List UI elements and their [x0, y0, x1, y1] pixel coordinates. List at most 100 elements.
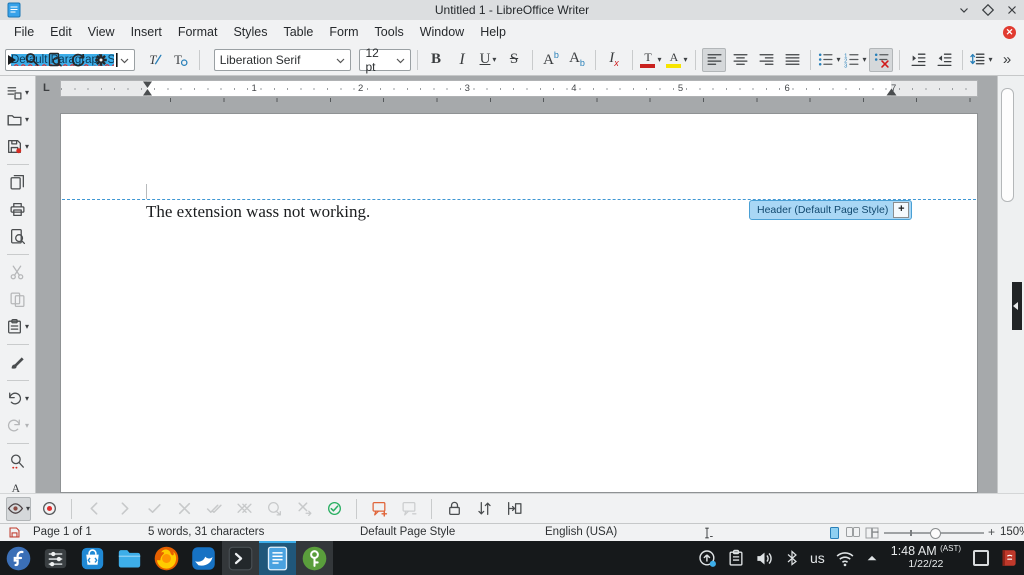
- menu-view[interactable]: View: [80, 22, 123, 42]
- italic-button[interactable]: I: [450, 48, 474, 72]
- minimize-button[interactable]: [958, 4, 970, 16]
- menu-help[interactable]: Help: [472, 22, 514, 42]
- zoom-level[interactable]: 150%: [1000, 526, 1024, 538]
- export-pdf-button[interactable]: [6, 171, 30, 195]
- show-comments-button[interactable]: [397, 497, 421, 521]
- accept-and-next-button[interactable]: [262, 497, 286, 521]
- firefox-taskbar-button[interactable]: [148, 541, 185, 575]
- zoom-slider[interactable]: [884, 528, 984, 539]
- copy-button[interactable]: [6, 288, 30, 312]
- chevron-down-icon[interactable]: [330, 53, 345, 67]
- bluetooth-icon[interactable]: [784, 550, 800, 566]
- show-track-changes-button[interactable]: ▾: [6, 496, 32, 521]
- keepassxc-taskbar-button[interactable]: [296, 541, 333, 575]
- close-button[interactable]: [1006, 4, 1018, 16]
- superscript-button[interactable]: Ab: [539, 48, 563, 72]
- strikethrough-button[interactable]: S: [502, 48, 526, 72]
- increase-indent-button[interactable]: [906, 48, 930, 72]
- single-page-view-button[interactable]: [828, 526, 841, 540]
- bold-button[interactable]: B: [424, 48, 448, 72]
- clock-widget[interactable]: 1:48 AM (AST) 1/22/22: [891, 544, 961, 570]
- new-style-button[interactable]: T: [169, 48, 193, 72]
- dropdown-arrow-icon[interactable]: ▾: [25, 115, 29, 124]
- tab-type-selector[interactable]: L: [43, 82, 50, 94]
- accept-all-track-changes-button[interactable]: [202, 497, 226, 521]
- open-file-button[interactable]: ▾: [6, 108, 30, 132]
- language[interactable]: English (USA): [545, 526, 617, 538]
- previous-track-change-button[interactable]: [82, 497, 106, 521]
- dropdown-arrow-icon[interactable]: ▾: [492, 55, 496, 64]
- redo-button[interactable]: ▾: [6, 414, 30, 438]
- zoom-out-button[interactable]: −: [872, 525, 879, 539]
- vertical-scrollbar[interactable]: [997, 76, 1024, 493]
- save-status-icon[interactable]: [8, 526, 21, 542]
- fedora-launcher-taskbar-button[interactable]: [0, 541, 37, 575]
- show-desktop-widget[interactable]: [973, 550, 989, 566]
- header-tag[interactable]: Header (Default Page Style) +: [749, 200, 913, 220]
- menu-format[interactable]: Format: [170, 22, 226, 42]
- font-color-button[interactable]: T ▾: [639, 48, 663, 72]
- sidebar-toggle-handle[interactable]: [1012, 282, 1022, 330]
- dropdown-arrow-icon[interactable]: ▾: [26, 504, 30, 513]
- dropdown-arrow-icon[interactable]: ▾: [657, 55, 661, 64]
- insert-comment-button[interactable]: [367, 497, 391, 521]
- menu-tools[interactable]: Tools: [367, 22, 412, 42]
- merge-documents-button[interactable]: [502, 497, 526, 521]
- menu-window[interactable]: Window: [412, 22, 472, 42]
- menu-edit[interactable]: Edit: [42, 22, 80, 42]
- horizontal-ruler[interactable]: 1234567: [60, 80, 978, 97]
- scrollbar-thumb[interactable]: [1001, 88, 1014, 202]
- save-button[interactable]: ▾: [6, 135, 30, 159]
- volume-icon[interactable]: [755, 549, 774, 568]
- subscript-button[interactable]: Ab: [565, 48, 589, 72]
- dropdown-arrow-icon[interactable]: ▾: [25, 322, 29, 331]
- page-style[interactable]: Default Page Style: [360, 526, 455, 538]
- menu-file[interactable]: File: [6, 22, 42, 42]
- align-left-button[interactable]: [702, 47, 726, 72]
- document-text[interactable]: The extension wass not working.: [146, 202, 370, 222]
- menu-styles[interactable]: Styles: [225, 22, 275, 42]
- reject-and-next-button[interactable]: [292, 497, 316, 521]
- dropdown-arrow-icon[interactable]: ▾: [862, 55, 866, 64]
- konsole-taskbar-button[interactable]: [222, 541, 259, 575]
- font-size-combobox[interactable]: 12 pt: [359, 46, 411, 74]
- font-name-combobox[interactable]: Liberation Serif: [213, 48, 352, 71]
- zoom-slider-handle[interactable]: [930, 528, 941, 539]
- word-count[interactable]: 5 words, 31 characters: [148, 526, 264, 538]
- document-page[interactable]: The extension wass not working. Header (…: [60, 113, 978, 493]
- paste-button[interactable]: ▾: [6, 315, 30, 339]
- manage-track-changes-button[interactable]: [322, 497, 346, 521]
- menu-insert[interactable]: Insert: [123, 22, 170, 42]
- line-spacing-button[interactable]: ▾: [969, 48, 993, 72]
- protect-changes-button[interactable]: [442, 497, 466, 521]
- ordered-list-button[interactable]: 1 2 3 ▾: [843, 48, 867, 72]
- dropdown-arrow-icon[interactable]: ▾: [25, 142, 29, 151]
- print-button[interactable]: [6, 198, 30, 222]
- underline-button[interactable]: U ▾: [476, 48, 500, 72]
- menu-form[interactable]: Form: [321, 22, 366, 42]
- dropdown-arrow-icon[interactable]: ▾: [25, 421, 29, 430]
- new-document-button[interactable]: ▾: [6, 81, 30, 105]
- highlight-color-button[interactable]: A ▾: [665, 48, 689, 72]
- align-justify-button[interactable]: [780, 48, 804, 72]
- find-replace-button[interactable]: [6, 450, 30, 474]
- clipboard-icon[interactable]: [727, 549, 745, 567]
- toolbar-overflow-button[interactable]: »: [995, 48, 1019, 72]
- clone-formatting-button[interactable]: [6, 351, 30, 375]
- red-book-icon[interactable]: [999, 547, 1018, 569]
- record-track-changes-button[interactable]: [37, 497, 61, 521]
- expand-tray-icon[interactable]: [865, 551, 879, 565]
- falkon-taskbar-button[interactable]: [185, 541, 222, 575]
- align-right-button[interactable]: [754, 48, 778, 72]
- update-style-button[interactable]: T: [143, 48, 167, 72]
- dropdown-arrow-icon[interactable]: ▾: [988, 55, 992, 64]
- next-track-change-button[interactable]: [112, 497, 136, 521]
- notification-badge-icon[interactable]: ✕: [1003, 26, 1016, 39]
- paragraph-style-combobox[interactable]: Default Paragraph Style: [5, 48, 135, 71]
- right-margin-marker-icon[interactable]: [886, 88, 897, 96]
- software-updates-icon[interactable]: [698, 549, 717, 568]
- keyboard-layout[interactable]: us: [810, 550, 825, 566]
- dropdown-arrow-icon[interactable]: ▾: [25, 394, 29, 403]
- network-wifi-icon[interactable]: [835, 550, 855, 567]
- menu-table[interactable]: Table: [275, 22, 321, 42]
